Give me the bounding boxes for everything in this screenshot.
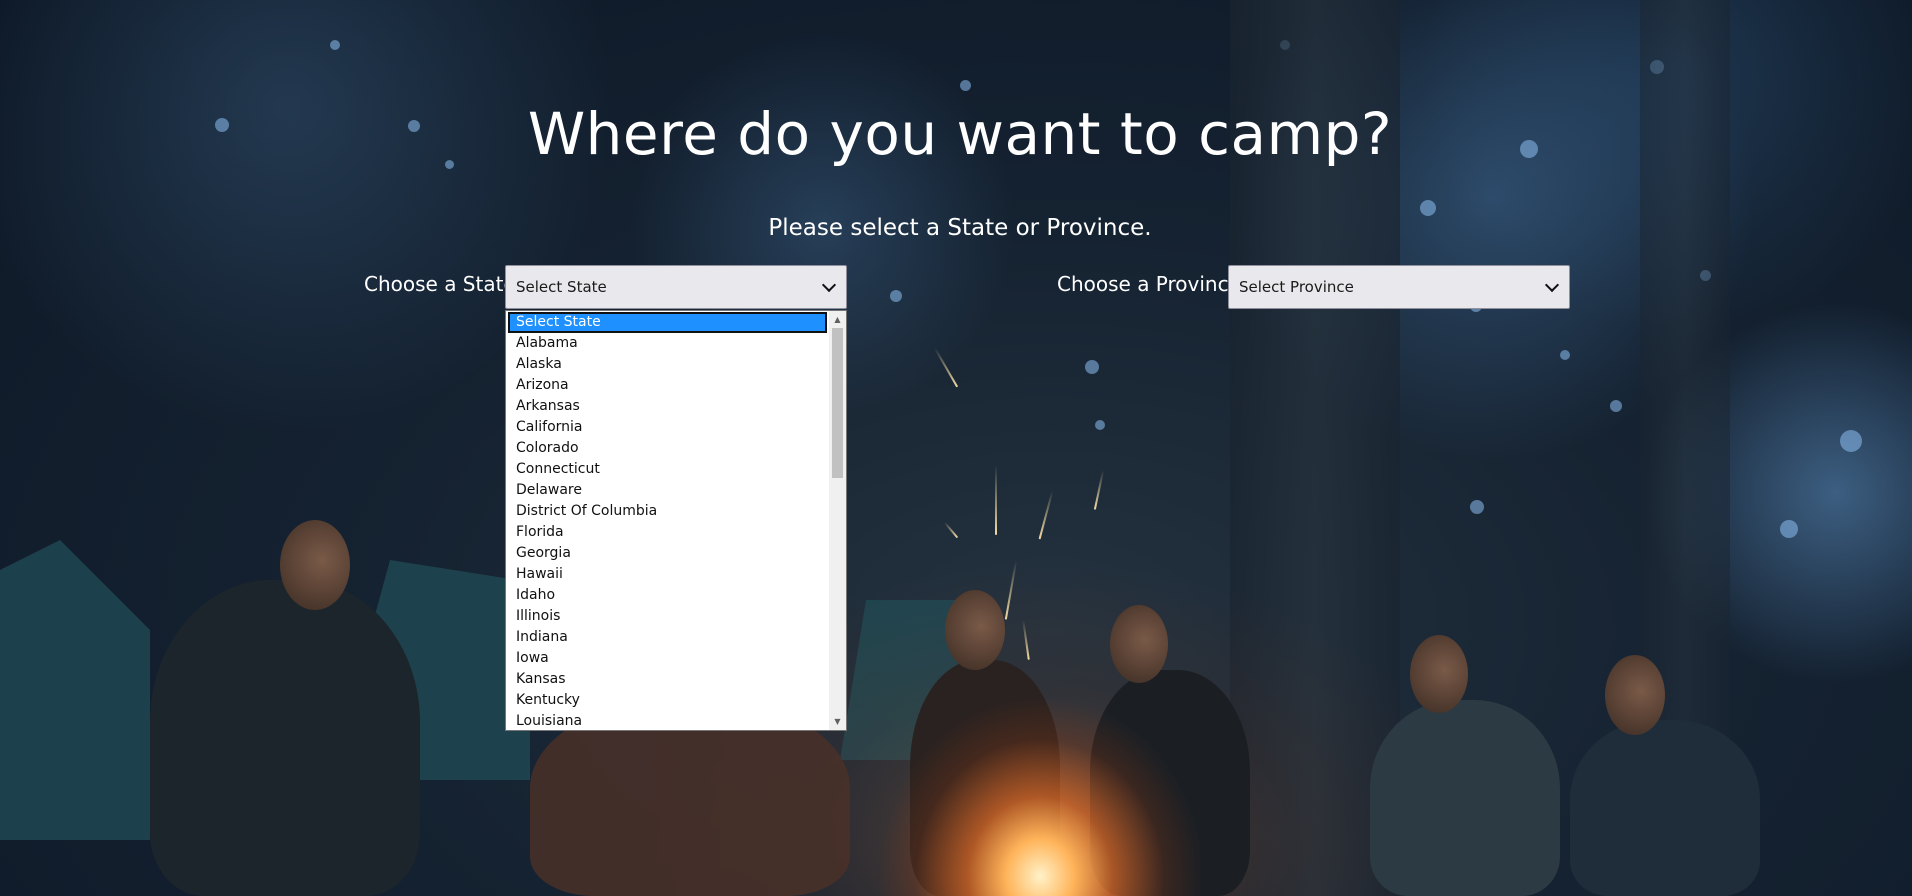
- dropdown-option[interactable]: Colorado: [508, 438, 827, 459]
- person-head: [1410, 635, 1468, 713]
- dropdown-option[interactable]: Arkansas: [508, 396, 827, 417]
- dropdown-option[interactable]: Arizona: [508, 375, 827, 396]
- province-select-value: Select Province: [1239, 278, 1354, 296]
- dropdown-option[interactable]: Florida: [508, 522, 827, 543]
- dropdown-option[interactable]: Connecticut: [508, 459, 827, 480]
- dropdown-option[interactable]: Hawaii: [508, 564, 827, 585]
- chevron-down-icon: [1544, 277, 1560, 292]
- dropdown-option[interactable]: Idaho: [508, 585, 827, 606]
- dropdown-option[interactable]: Delaware: [508, 480, 827, 501]
- state-label: Choose a State:: [364, 272, 523, 296]
- page-title: Where do you want to camp?: [527, 100, 1393, 168]
- dropdown-option[interactable]: Indiana: [508, 627, 827, 648]
- page: Where do you want to camp? Please select…: [0, 0, 1912, 896]
- dropdown-option[interactable]: Georgia: [508, 543, 827, 564]
- province-label: Choose a Province:: [1057, 272, 1248, 296]
- person-head: [945, 590, 1005, 670]
- person: [150, 580, 420, 896]
- dropdown-option[interactable]: Louisiana: [508, 711, 827, 730]
- dropdown-option[interactable]: Alaska: [508, 354, 827, 375]
- dropdown-option[interactable]: California: [508, 417, 827, 438]
- scroll-down-arrow-icon[interactable]: ▼: [829, 713, 846, 730]
- state-options: Select State Alabama Alaska Arizona Arkansas…: [506, 311, 829, 730]
- dropdown-option[interactable]: Kansas: [508, 669, 827, 690]
- chevron-down-icon: [821, 277, 837, 292]
- person: [1370, 700, 1560, 896]
- scroll-up-arrow-icon[interactable]: ▲: [829, 311, 846, 328]
- campfire: [880, 700, 1200, 896]
- state-select[interactable]: Select State: [505, 265, 847, 309]
- dropdown-option[interactable]: District Of Columbia: [508, 501, 827, 522]
- dropdown-option[interactable]: Iowa: [508, 648, 827, 669]
- dropdown-option[interactable]: Illinois: [508, 606, 827, 627]
- person-head: [1110, 605, 1168, 683]
- province-select[interactable]: Select Province: [1228, 265, 1570, 309]
- page-subtitle: Please select a State or Province.: [768, 215, 1152, 241]
- scrollbar-thumb[interactable]: [832, 328, 843, 478]
- person-head: [1605, 655, 1665, 735]
- person-head: [280, 520, 350, 610]
- state-select-value: Select State: [516, 278, 607, 296]
- dropdown-option[interactable]: Select State: [508, 312, 827, 333]
- dropdown-option[interactable]: Kentucky: [508, 690, 827, 711]
- person: [1570, 720, 1760, 896]
- spark: [995, 465, 997, 535]
- state-dropdown-list[interactable]: Select State Alabama Alaska Arizona Arkansas…: [505, 310, 847, 731]
- dropdown-scrollbar[interactable]: ▲ ▼: [829, 311, 846, 730]
- dropdown-option[interactable]: Alabama: [508, 333, 827, 354]
